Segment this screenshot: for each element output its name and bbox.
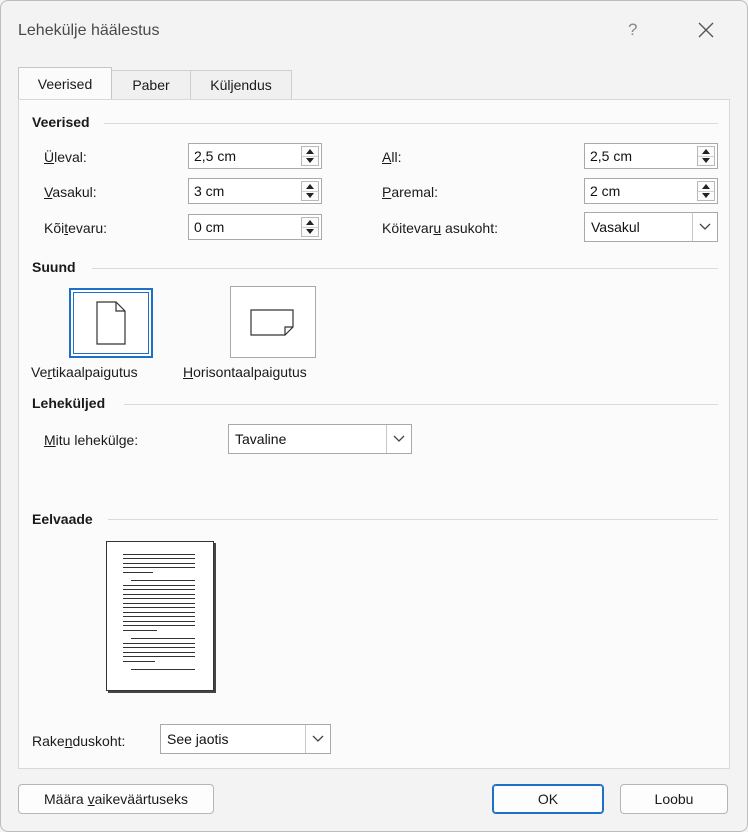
tab-layout[interactable]: Küljendus bbox=[190, 70, 292, 99]
dropdown-button[interactable] bbox=[386, 425, 411, 453]
preview-line bbox=[123, 598, 195, 599]
gutter-value: 0 cm bbox=[194, 219, 225, 235]
bottom-margin-label: All: bbox=[382, 149, 402, 165]
orientation-group-label: Suund bbox=[32, 259, 76, 275]
preview-line bbox=[123, 647, 195, 648]
margins-group-label: Veerised bbox=[32, 114, 90, 130]
gutter-spinner[interactable]: 0 cm bbox=[188, 214, 322, 240]
multiple-pages-dropdown[interactable]: Tavaline bbox=[228, 424, 412, 454]
multiple-pages-label: Mitu lehekülge: bbox=[44, 432, 139, 448]
gutter-label: Kõitevaru: bbox=[44, 220, 108, 236]
landscape-page-icon bbox=[250, 309, 294, 336]
portrait-button[interactable] bbox=[69, 288, 153, 358]
spin-down-button[interactable] bbox=[302, 227, 318, 236]
preview-line bbox=[123, 607, 195, 608]
help-button[interactable]: ? bbox=[628, 20, 637, 40]
multiple-pages-value: Tavaline bbox=[235, 431, 287, 447]
chevron-down-icon bbox=[699, 223, 711, 230]
dropdown-button[interactable] bbox=[305, 725, 330, 753]
pages-group-label: Leheküljed bbox=[32, 395, 106, 411]
top-margin-spinner[interactable]: 2,5 cm bbox=[188, 143, 322, 169]
preview-line bbox=[123, 621, 195, 622]
preview-line bbox=[123, 594, 195, 595]
chevron-down-icon bbox=[312, 735, 324, 742]
preview-group-label: Eelvaade bbox=[32, 511, 93, 527]
preview-line bbox=[123, 589, 195, 590]
bottom-margin-value: 2,5 cm bbox=[590, 148, 633, 164]
preview-line bbox=[123, 567, 195, 568]
dropdown-button[interactable] bbox=[692, 213, 717, 241]
cancel-button[interactable]: Loobu bbox=[620, 784, 728, 814]
close-icon bbox=[698, 22, 714, 38]
apply-to-value: See jaotis bbox=[167, 731, 229, 747]
preview-line bbox=[123, 630, 157, 631]
divider bbox=[92, 268, 718, 269]
preview-line bbox=[131, 638, 195, 639]
preview-line bbox=[123, 656, 195, 657]
left-margin-spinner[interactable]: 3 cm bbox=[188, 178, 322, 204]
preview-line bbox=[123, 585, 195, 586]
preview-line bbox=[123, 554, 195, 555]
preview-line bbox=[123, 612, 195, 613]
divider bbox=[108, 519, 718, 520]
top-margin-label-text: leval: bbox=[54, 149, 87, 165]
dialog-title: Lehekülje häälestus bbox=[18, 22, 160, 39]
spin-down-button[interactable] bbox=[698, 156, 714, 165]
right-margin-value: 2 cm bbox=[590, 183, 621, 199]
tab-paper[interactable]: Paber bbox=[111, 70, 191, 99]
preview-line bbox=[123, 625, 195, 626]
left-margin-value: 3 cm bbox=[194, 183, 225, 199]
apply-to-label: Rakenduskoht: bbox=[32, 733, 126, 749]
preview-line bbox=[123, 603, 195, 604]
divider bbox=[104, 123, 718, 124]
landscape-button[interactable] bbox=[230, 286, 316, 358]
preview-line bbox=[123, 616, 195, 617]
gutter-position-value: Vasakul bbox=[591, 219, 640, 235]
preview-line bbox=[131, 669, 195, 670]
tab-margins[interactable]: Veerised bbox=[18, 67, 112, 99]
portrait-label: Vertikaalpaigutus bbox=[31, 364, 138, 380]
gutter-position-dropdown[interactable]: Vasakul bbox=[584, 212, 718, 242]
preview-line bbox=[123, 558, 195, 559]
top-margin-value: 2,5 cm bbox=[194, 148, 237, 164]
preview-line bbox=[123, 643, 195, 644]
preview-line bbox=[123, 572, 153, 573]
left-margin-label: Vasakul: bbox=[44, 184, 97, 200]
spin-down-button[interactable] bbox=[302, 156, 318, 165]
set-as-default-button[interactable]: Määra vaikeväärtuseks bbox=[18, 784, 214, 814]
preview-line bbox=[123, 563, 195, 564]
right-margin-spinner[interactable]: 2 cm bbox=[584, 178, 718, 204]
portrait-page-icon bbox=[96, 301, 126, 345]
divider bbox=[124, 404, 718, 405]
preview-line bbox=[131, 580, 195, 581]
right-margin-label: Paremal: bbox=[382, 184, 439, 200]
spin-down-button[interactable] bbox=[302, 191, 318, 200]
preview-line bbox=[123, 652, 195, 653]
page-preview bbox=[106, 541, 214, 691]
chevron-down-icon bbox=[393, 435, 405, 442]
apply-to-dropdown[interactable]: See jaotis bbox=[160, 724, 331, 754]
ok-button[interactable]: OK bbox=[492, 784, 604, 814]
top-margin-label: Üleval: bbox=[44, 149, 87, 165]
gutter-position-label: Köitevaru asukoht: bbox=[382, 220, 498, 236]
close-button[interactable] bbox=[692, 16, 720, 44]
bottom-margin-spinner[interactable]: 2,5 cm bbox=[584, 143, 718, 169]
landscape-label: Horisontaalpaigutus bbox=[183, 364, 307, 380]
spin-down-button[interactable] bbox=[698, 191, 714, 200]
preview-line bbox=[123, 661, 155, 662]
